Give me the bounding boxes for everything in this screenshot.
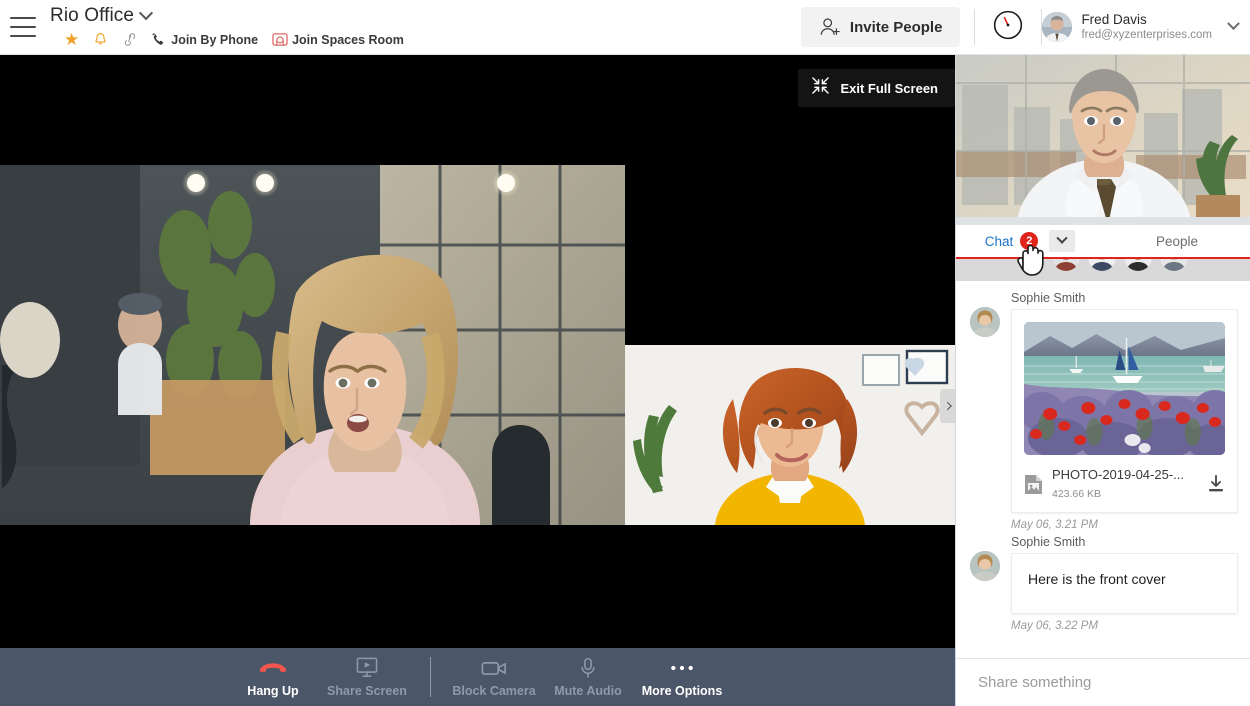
screen-share-icon — [356, 657, 378, 679]
mute-audio-button[interactable]: Mute Audio — [541, 657, 635, 698]
download-icon[interactable] — [1207, 475, 1225, 493]
tab-chat[interactable]: Chat 2 — [956, 224, 1104, 258]
text-bubble[interactable]: Here is the front cover — [1011, 553, 1238, 614]
more-options-label: More Options — [641, 683, 723, 698]
chevron-right-icon — [942, 401, 952, 411]
chevron-down-icon[interactable] — [139, 5, 154, 20]
exit-full-screen-button[interactable]: Exit Full Screen — [798, 69, 955, 107]
message-sender: Sophie Smith — [1011, 291, 1086, 305]
join-by-phone-button[interactable]: Join By Phone — [152, 32, 258, 48]
side-panel: Chat 2 People Sophie Smith PHOTO-2019-04… — [955, 55, 1250, 706]
message-body: Sophie Smith Here is the front cover May… — [1011, 535, 1238, 632]
self-view-video[interactable] — [956, 55, 1250, 225]
message-body: Sophie Smith PHOTO-2019-04-25-... 423.66… — [1011, 291, 1238, 531]
ellipsis-icon — [670, 657, 694, 679]
image-file-icon — [1024, 474, 1043, 495]
collapse-arrows-icon — [812, 77, 830, 99]
message-text: Here is the front cover — [1028, 571, 1166, 587]
message-input-placeholder: Share something — [978, 674, 1092, 691]
link-icon[interactable] — [120, 29, 141, 49]
invite-people-label: Invite People — [849, 18, 943, 36]
hamburger-menu-icon[interactable] — [10, 17, 36, 37]
user-info: Fred Davis fred@xyzenterprises.com — [1081, 12, 1212, 42]
user-name: Fred Davis — [1081, 11, 1147, 27]
attachment-bubble[interactable]: PHOTO-2019-04-25-... 423.66 KB — [1011, 309, 1238, 513]
chat-dropdown-button[interactable] — [1049, 230, 1076, 252]
more-options-button[interactable]: More Options — [635, 657, 729, 698]
tab-chat-label: Chat — [984, 233, 1014, 249]
hang-up-button[interactable]: Hang Up — [226, 657, 320, 698]
collapse-panel-button[interactable] — [940, 389, 955, 423]
main-video-tile[interactable] — [0, 165, 625, 525]
share-screen-label: Share Screen — [327, 683, 407, 698]
message-composer[interactable]: Share something — [956, 658, 1250, 706]
app-header: Rio Office ★ Join By Phone Join Spaces R… — [0, 0, 1250, 55]
hang-up-label: Hang Up — [247, 683, 299, 698]
attachment-meta: PHOTO-2019-04-25-... 423.66 KB — [1052, 466, 1198, 502]
join-spaces-room-button[interactable]: Join Spaces Room — [272, 32, 404, 47]
clock-timer-icon[interactable] — [992, 9, 1024, 46]
exit-full-screen-label: Exit Full Screen — [840, 80, 938, 96]
avatar — [1052, 259, 1080, 271]
chat-unread-badge: 2 — [1020, 232, 1039, 250]
message-timestamp: May 06, 3.21 PM — [1011, 519, 1098, 531]
phone-hangup-icon — [259, 657, 287, 679]
avatar — [1042, 11, 1073, 42]
tab-people[interactable]: People — [1104, 224, 1250, 258]
avatar — [1088, 259, 1116, 271]
block-camera-label: Block Camera — [452, 683, 536, 698]
participant-avatar-strip — [956, 259, 1250, 281]
participant-video-tile[interactable] — [625, 345, 955, 525]
chevron-down-icon — [1056, 232, 1068, 244]
space-title-block: Rio Office ★ Join By Phone Join Spaces R… — [50, 4, 404, 51]
avatar — [1160, 259, 1188, 271]
star-icon[interactable]: ★ — [64, 31, 79, 48]
block-camera-button[interactable]: Block Camera — [447, 657, 541, 698]
chevron-down-icon[interactable] — [1227, 17, 1240, 31]
phone-icon — [152, 32, 167, 48]
user-email: fred@xyzenterprises.com — [1081, 29, 1212, 42]
attachment-preview-image[interactable] — [1024, 322, 1225, 455]
bell-icon[interactable] — [93, 32, 108, 48]
control-divider — [430, 657, 431, 697]
microphone-icon — [580, 657, 596, 679]
invite-people-button[interactable]: Invite People — [800, 7, 961, 47]
camera-icon — [481, 657, 507, 679]
meeting-window: Rio Office ★ Join By Phone Join Spaces R… — [0, 0, 1250, 706]
list-item: Sophie Smith Here is the front cover May… — [956, 535, 1250, 632]
message-sender: Sophie Smith — [1011, 535, 1086, 549]
page-title: Rio Office — [50, 4, 135, 26]
avatar — [970, 551, 1000, 581]
message-timestamp: May 06, 3.22 PM — [1011, 620, 1098, 632]
tab-people-label: People — [1155, 233, 1199, 249]
avatar — [1124, 259, 1152, 271]
spaces-room-icon — [272, 32, 288, 47]
header-divider-1 — [974, 9, 976, 45]
panel-tabs: Chat 2 People — [956, 225, 1250, 259]
share-screen-button[interactable]: Share Screen — [320, 657, 414, 698]
list-item: Sophie Smith PHOTO-2019-04-25-... 423.66… — [956, 291, 1250, 531]
join-spaces-room-label: Join Spaces Room — [292, 32, 404, 47]
attachment-file-name: PHOTO-2019-04-25-... — [1052, 467, 1184, 482]
call-control-bar: Hang Up Share Screen Block Camera Mute A… — [0, 648, 955, 706]
add-person-icon — [819, 17, 841, 37]
chat-message-list[interactable]: Sophie Smith PHOTO-2019-04-25-... 423.66… — [956, 281, 1250, 658]
attachment-file-row: PHOTO-2019-04-25-... 423.66 KB — [1024, 466, 1225, 502]
space-title-row[interactable]: Rio Office — [50, 4, 404, 28]
join-by-phone-label: Join By Phone — [171, 32, 259, 47]
space-actions-row: ★ Join By Phone Join Spaces Room — [50, 29, 404, 51]
attachment-file-size: 423.66 KB — [1052, 488, 1102, 500]
avatar — [970, 307, 1000, 337]
user-menu[interactable]: Fred Davis fred@xyzenterprises.com — [1042, 12, 1250, 42]
video-stage: Exit Full Screen Hang Up Share Screen Bl… — [0, 55, 955, 706]
mute-audio-label: Mute Audio — [554, 683, 622, 698]
